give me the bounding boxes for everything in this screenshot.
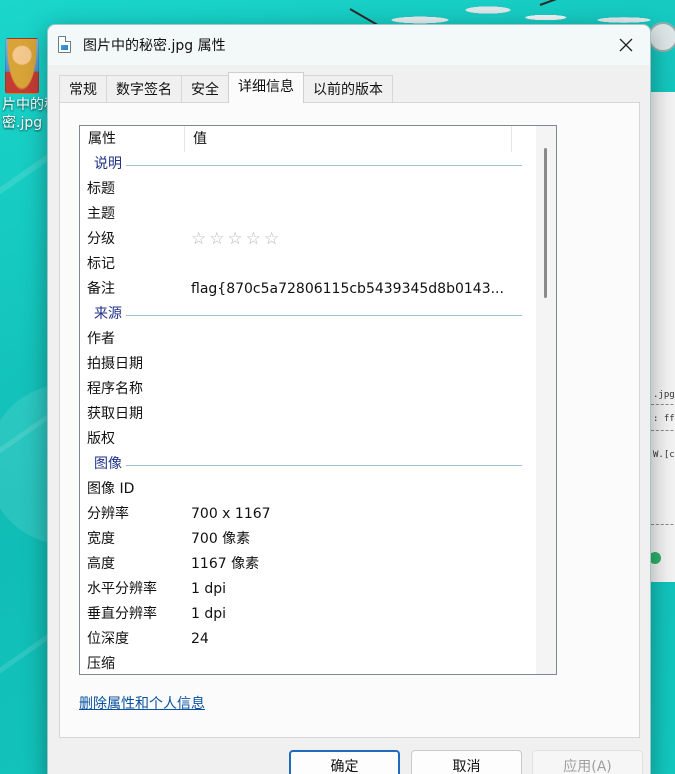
image-file-icon	[58, 36, 71, 53]
cancel-button[interactable]: 取消	[411, 750, 522, 774]
tab-previous-versions[interactable]: 以前的版本	[303, 75, 393, 103]
details-tab-panel: 属性 值 说明 标题 主题 分级 ☆☆☆☆☆ 标记 备注 flag{870c5a72…	[59, 102, 640, 738]
tab-general[interactable]: 常规	[59, 75, 107, 103]
property-name: 图像 ID	[87, 481, 135, 497]
list-item[interactable]: 分辨率 700 x 1167	[80, 502, 530, 527]
property-name: 标记	[87, 256, 115, 272]
tab-details[interactable]: 详细信息	[228, 72, 304, 103]
property-name: 压缩	[87, 656, 115, 672]
background-window-divider	[651, 430, 675, 431]
group-label: 图像	[94, 456, 122, 472]
property-name: 水平分辨率	[87, 581, 157, 597]
title-bar[interactable]: 图片中的秘密.jpg 属性	[48, 25, 650, 65]
list-item[interactable]: 获取日期	[80, 402, 530, 427]
tab-strip: 常规 数字签名 安全 详细信息 以前的版本	[59, 72, 393, 103]
property-name: 程序名称	[87, 381, 143, 397]
column-header-value[interactable]: 值	[185, 126, 512, 152]
property-name: 主题	[87, 206, 115, 222]
group-divider	[126, 315, 522, 316]
property-name: 位深度	[87, 631, 129, 647]
property-name: 标题	[87, 181, 115, 197]
list-item[interactable]: 标题	[80, 177, 530, 202]
group-divider	[126, 465, 522, 466]
remove-properties-link[interactable]: 删除属性和个人信息	[79, 693, 205, 713]
list-item[interactable]: 版权	[80, 427, 530, 452]
apply-button[interactable]: 应用(A)	[532, 750, 643, 774]
list-item[interactable]: 备注 flag{870c5a72806115cb5439345d8b0143...	[80, 277, 530, 302]
property-value: 700 x 1167	[191, 506, 271, 522]
background-window-text: .jpg	[653, 390, 675, 400]
list-item[interactable]: 标记	[80, 252, 530, 277]
property-name: 作者	[87, 331, 115, 347]
property-name: 备注	[87, 281, 115, 297]
details-list[interactable]: 属性 值 说明 标题 主题 分级 ☆☆☆☆☆ 标记 备注 flag{870c5a72…	[79, 125, 557, 675]
group-label: 来源	[94, 306, 122, 322]
list-item[interactable]: 主题	[80, 202, 530, 227]
property-value: 700 像素	[191, 531, 251, 547]
desktop-file-icon[interactable]: 片中的秘 密.jpg	[2, 38, 58, 132]
dialog-title: 图片中的秘密.jpg 属性	[83, 38, 226, 54]
property-name: 获取日期	[87, 406, 143, 422]
ok-button[interactable]: 确定	[289, 750, 400, 774]
background-window[interactable]: .jpg : ffd W.[c[3	[648, 92, 675, 582]
list-item[interactable]: 位深度 24	[80, 627, 530, 652]
group-divider	[126, 165, 522, 166]
group-label: 说明	[94, 156, 122, 172]
group-header-origin: 来源	[80, 302, 530, 327]
tab-security[interactable]: 安全	[181, 75, 229, 103]
group-header-description: 说明	[80, 152, 530, 177]
scrollbar-thumb[interactable]	[544, 148, 547, 298]
property-name: 宽度	[87, 531, 115, 547]
list-item[interactable]: 压缩	[80, 652, 530, 674]
list-item[interactable]: 图像 ID	[80, 477, 530, 502]
column-header-property[interactable]: 属性	[80, 126, 185, 152]
wallpaper-badge	[648, 22, 675, 52]
background-window-divider	[651, 404, 675, 405]
group-header-image: 图像	[80, 452, 530, 477]
property-value: 1 dpi	[191, 606, 227, 622]
close-icon	[619, 38, 633, 52]
background-window-text: : ffd	[653, 414, 675, 424]
list-item[interactable]: 高度 1167 像素	[80, 552, 530, 577]
property-name: 垂直分辨率	[87, 606, 157, 622]
property-name: 版权	[87, 431, 115, 447]
list-header: 属性 值	[80, 126, 556, 152]
details-rows: 说明 标题 主题 分级 ☆☆☆☆☆ 标记 备注 flag{870c5a7280611…	[80, 152, 530, 674]
list-item[interactable]: 拍摄日期	[80, 352, 530, 377]
property-value: 1167 像素	[191, 556, 260, 572]
tab-digital-signatures[interactable]: 数字签名	[106, 75, 182, 103]
property-name: 分辨率	[87, 506, 129, 522]
list-item[interactable]: 宽度 700 像素	[80, 527, 530, 552]
property-value: 24	[191, 631, 209, 647]
rating-stars[interactable]: ☆☆☆☆☆	[191, 227, 282, 252]
list-item[interactable]: 水平分辨率 1 dpi	[80, 577, 530, 602]
property-name: 拍摄日期	[87, 356, 143, 372]
background-window-divider	[651, 524, 675, 525]
background-window-text: W.[c[3	[653, 450, 675, 460]
list-item[interactable]: 垂直分辨率 1 dpi	[80, 602, 530, 627]
properties-dialog: 图片中的秘密.jpg 属性 常规 数字签名 安全 详细信息 以前的版本 属性 值…	[47, 24, 651, 774]
property-name: 高度	[87, 556, 115, 572]
list-item[interactable]: 程序名称	[80, 377, 530, 402]
property-value: flag{870c5a72806115cb5439345d8b0143...	[191, 281, 504, 297]
property-name: 分级	[87, 231, 115, 247]
list-item[interactable]: 分级 ☆☆☆☆☆	[80, 227, 530, 252]
property-value: 1 dpi	[191, 581, 227, 597]
image-thumbnail-icon	[5, 38, 39, 94]
vertical-scrollbar[interactable]	[536, 126, 556, 674]
list-item[interactable]: 作者	[80, 327, 530, 352]
close-button[interactable]	[608, 29, 644, 61]
